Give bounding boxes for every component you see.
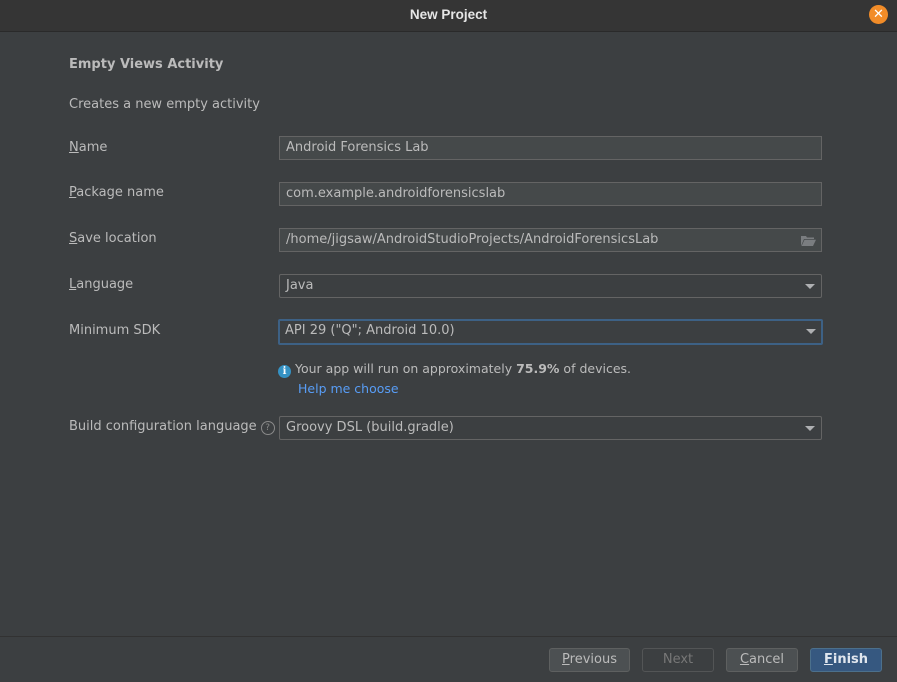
name-label-text: ame (78, 140, 108, 155)
title-bar: New Project ✕ (0, 0, 897, 32)
language-dropdown[interactable]: Java (279, 274, 822, 298)
minimum-sdk-value: API 29 ("Q"; Android 10.0) (285, 323, 455, 338)
finish-label: inish (832, 652, 869, 667)
next-button[interactable]: Next (642, 648, 714, 672)
finish-mnemonic: F (823, 652, 833, 667)
save-location-input[interactable]: /home/jigsaw/AndroidStudioProjects/Andro… (279, 228, 822, 252)
cancel-label: ancel (749, 652, 785, 667)
chevron-down-icon (805, 426, 815, 431)
name-label-mnemonic: N (69, 140, 79, 155)
folder-icon[interactable] (801, 235, 816, 246)
save-location-label: Save location (69, 231, 157, 246)
chevron-down-icon (806, 329, 816, 334)
template-heading: Empty Views Activity (69, 57, 224, 72)
previous-button[interactable]: Previous (549, 648, 630, 672)
save-location-value: /home/jigsaw/AndroidStudioProjects/Andro… (286, 232, 659, 247)
build-config-label: Build configuration language? (69, 419, 275, 435)
window-title: New Project (409, 7, 488, 22)
save-location-label-text: ave location (77, 231, 157, 246)
help-me-choose-link[interactable]: Help me choose (298, 381, 399, 396)
build-config-value: Groovy DSL (build.gradle) (286, 420, 454, 435)
language-label: Language (69, 277, 133, 292)
build-config-label-text: Build configuration language (69, 419, 257, 434)
chevron-down-icon (805, 284, 815, 289)
package-name-label-text: ackage name (76, 185, 164, 200)
name-label: Name (69, 140, 107, 155)
sdk-coverage-info: i Your app will run on approximately 75.9… (278, 361, 631, 378)
footer-divider (0, 636, 897, 637)
minimum-sdk-dropdown[interactable]: API 29 ("Q"; Android 10.0) (278, 319, 823, 345)
name-input[interactable]: Android Forensics Lab (279, 136, 822, 160)
build-config-dropdown[interactable]: Groovy DSL (build.gradle) (279, 416, 822, 440)
sdk-coverage-percentage: 75.9% (516, 361, 560, 376)
previous-mnemonic: P (562, 652, 570, 667)
template-description: Creates a new empty activity (69, 97, 260, 112)
language-value: Java (286, 278, 314, 293)
close-icon[interactable]: ✕ (869, 5, 888, 24)
sdk-info-suffix: of devices. (559, 361, 631, 376)
package-name-label: Package name (69, 185, 164, 200)
language-label-text: anguage (76, 277, 134, 292)
sdk-info-prefix: Your app will run on approximately (295, 361, 517, 376)
previous-label: revious (569, 652, 617, 667)
package-name-input[interactable]: com.example.androidforensicslab (279, 182, 822, 206)
cancel-mnemonic: C (739, 652, 750, 667)
finish-button[interactable]: Finish (810, 648, 882, 672)
minimum-sdk-label: Minimum SDK (69, 323, 161, 338)
help-icon[interactable]: ? (260, 421, 275, 435)
cancel-button[interactable]: Cancel (726, 648, 798, 672)
info-icon: i (278, 365, 291, 378)
